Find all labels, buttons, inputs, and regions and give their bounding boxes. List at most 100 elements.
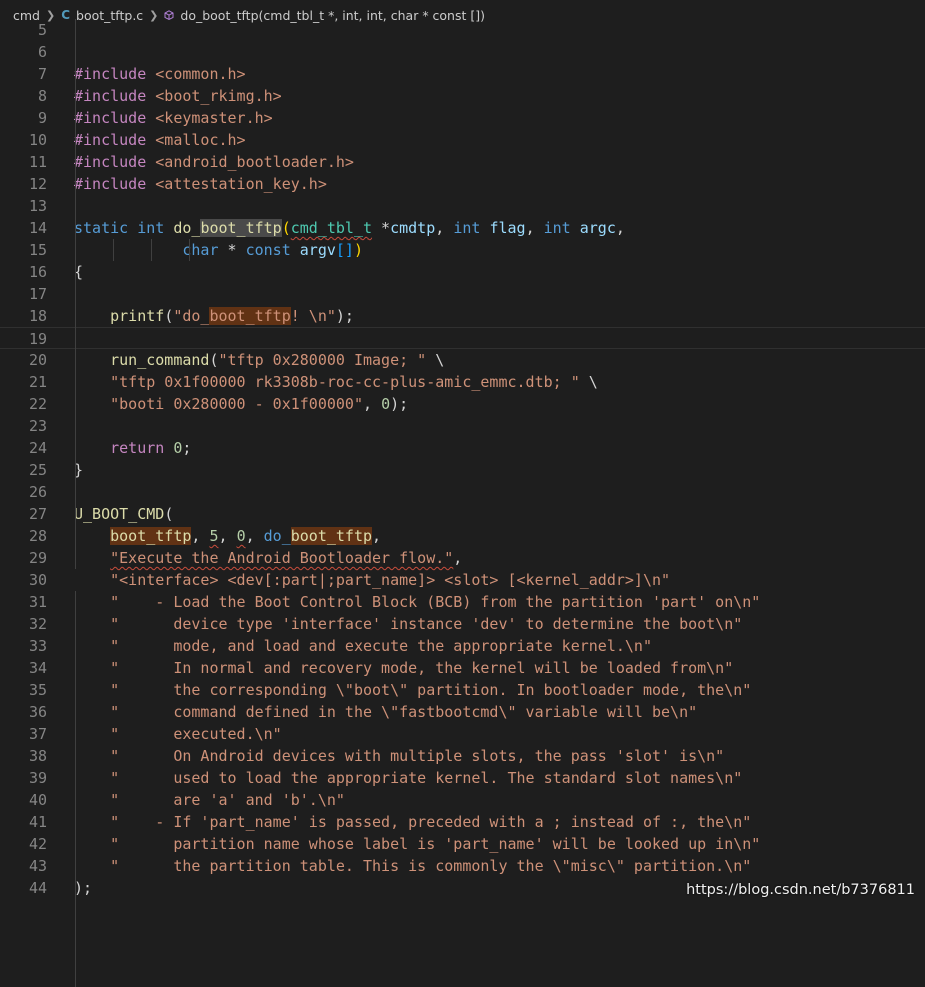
code-line[interactable]: 28 boot_tftp, 5, 0, do_boot_tftp, [0,525,925,547]
code-line[interactable]: 37 " executed.\n" [0,723,925,745]
code-line[interactable]: 42 " partition name whose label is 'part… [0,833,925,855]
line-number: 6 [37,43,47,61]
code-line[interactable]: 32 " device type 'interface' instance 'd… [0,613,925,635]
code-text: #include <boot_rkimg.h> [74,87,282,105]
code-line[interactable]: 27 U_BOOT_CMD( [0,503,925,525]
code-text: char * const argv[]) [182,241,363,259]
code-text: " - Load the Boot Control Block (BCB) fr… [110,593,761,611]
code-line[interactable]: 29 "Execute the Android Bootloader flow.… [0,547,925,569]
code-line[interactable]: 39 " used to load the appropriate kernel… [0,767,925,789]
code-line[interactable]: 40 " are 'a' and 'b'.\n" [0,789,925,811]
code-text: " In normal and recovery mode, the kerne… [110,659,734,677]
line-number: 37 [28,725,47,743]
line-number: 31 [28,593,47,611]
line-number: 8 [37,87,47,105]
code-line[interactable]: 25} [0,459,925,481]
line-number: 33 [28,637,47,655]
code-text: " the partition table. This is commonly … [110,857,752,875]
line-number: 43 [28,857,47,875]
code-line[interactable]: 15 char * const argv[]) [0,239,925,261]
line-number: 12 [28,175,47,193]
code-line[interactable]: 38 " On Android devices with multiple sl… [0,745,925,767]
code-line[interactable]: 13 [0,195,925,217]
code-line[interactable]: 31 " - Load the Boot Control Block (BCB)… [0,591,925,613]
code-text: " partition name whose label is 'part_na… [110,835,761,853]
code-text: #include <malloc.h> [74,131,246,149]
code-line[interactable]: 6 [0,41,925,63]
code-text: "tftp 0x1f00000 rk3308b-roc-cc-plus-amic… [110,373,598,391]
code-text: " - If 'part_name' is passed, preceded w… [110,813,752,831]
code-line[interactable]: 30 "<interface> <dev[:part|;part_name]> … [0,569,925,591]
code-line[interactable]: 23 [0,415,925,437]
line-number: 35 [28,681,47,699]
line-number: 10 [28,131,47,149]
line-number: 34 [28,659,47,677]
line-number: 14 [28,219,47,237]
code-editor[interactable]: 5 6 7 #include <common.h> 8 #include <boot_rk… [0,19,925,987]
line-number: 40 [28,791,47,809]
code-line[interactable]: 41 " - If 'part_name' is passed, precede… [0,811,925,833]
line-number: 19 [28,330,47,348]
code-text: " device type 'interface' instance 'dev'… [110,615,743,633]
line-number: 13 [28,197,47,215]
code-line[interactable]: 19 [0,327,925,349]
code-line[interactable]: 33 " mode, and load and execute the appr… [0,635,925,657]
code-text: return 0; [110,439,192,457]
line-number: 15 [28,241,47,259]
code-line[interactable]: 16{ [0,261,925,283]
code-text: " executed.\n" [110,725,282,743]
code-line[interactable]: 21 "tftp 0x1f00000 rk3308b-roc-cc-plus-a… [0,371,925,393]
line-number: 20 [28,351,47,369]
code-line[interactable]: 17 [0,283,925,305]
code-text: " On Android devices with multiple slots… [110,747,725,765]
code-line[interactable]: 14 static int do_boot_tftp(cmd_tbl_t *cmd… [0,217,925,239]
code-text: " the corresponding \"boot\" partition. … [110,681,752,699]
line-number: 21 [28,373,47,391]
code-line[interactable]: 35 " the corresponding \"boot\" partitio… [0,679,925,701]
code-text: " are 'a' and 'b'.\n" [110,791,345,809]
code-line[interactable]: 24 return 0; [0,437,925,459]
code-text: "<interface> <dev[:part|;part_name]> <sl… [110,571,671,589]
code-line[interactable]: 5 [0,19,925,41]
line-number: 32 [28,615,47,633]
code-text: static int do_boot_tftp(cmd_tbl_t *cmdtp… [74,219,625,237]
indent-guide [189,239,190,261]
code-text: "Execute the Android Bootloader flow.", [110,549,463,567]
code-line[interactable]: 8 #include <boot_rkimg.h> [0,85,925,107]
code-line[interactable]: 9 #include <keymaster.h> [0,107,925,129]
code-line[interactable]: 12 #include <attestation_key.h> [0,173,925,195]
code-text: printf("do_boot_tftp! \n"); [110,307,354,325]
code-text: #include <keymaster.h> [74,109,273,127]
code-line[interactable]: 34 " In normal and recovery mode, the ke… [0,657,925,679]
code-line[interactable]: 10 #include <malloc.h> [0,129,925,151]
code-line[interactable]: 18 printf("do_boot_tftp! \n"); [0,305,925,327]
line-number: 5 [37,21,47,39]
code-text: #include <attestation_key.h> [74,175,327,193]
line-number: 42 [28,835,47,853]
code-line[interactable]: 26 [0,481,925,503]
code-line[interactable]: 36 " command defined in the \"fastbootcm… [0,701,925,723]
line-number: 25 [28,461,47,479]
code-line[interactable]: 22 "booti 0x280000 - 0x1f00000", 0); [0,393,925,415]
code-text: U_BOOT_CMD( [74,505,174,523]
indent-guide [151,239,152,261]
line-number: 28 [28,527,47,545]
line-number: 36 [28,703,47,721]
line-number: 17 [28,285,47,303]
code-line[interactable]: 43 " the partition table. This is common… [0,855,925,877]
line-number: 11 [28,153,47,171]
code-text: boot_tftp, 5, 0, do_boot_tftp, [110,527,382,545]
line-number: 16 [28,263,47,281]
code-text: #include <android_bootloader.h> [74,153,354,171]
code-line[interactable]: 11 #include <android_bootloader.h> [0,151,925,173]
code-line[interactable]: 20 run_command("tftp 0x280000 Image; " \ [0,349,925,371]
code-text: "booti 0x280000 - 0x1f00000", 0); [110,395,409,413]
line-number: 22 [28,395,47,413]
indent-guide [75,19,76,569]
line-number: 27 [28,505,47,523]
watermark: https://blog.csdn.net/b7376811 [686,882,915,898]
line-number: 9 [37,109,47,127]
line-number: 18 [28,307,47,325]
line-number: 23 [28,417,47,435]
code-line[interactable]: 7 #include <common.h> [0,63,925,85]
